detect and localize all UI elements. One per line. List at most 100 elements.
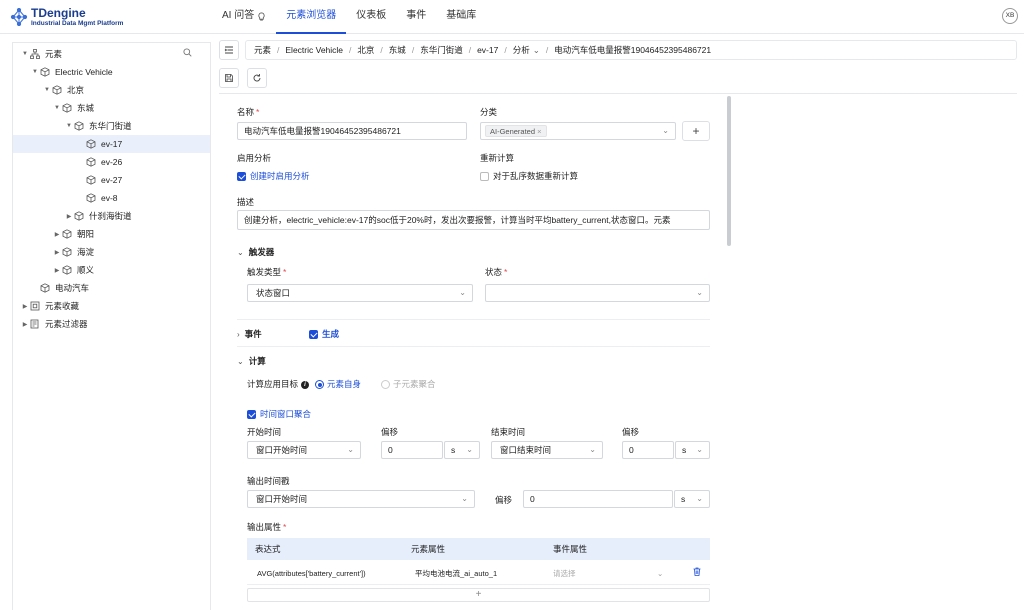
chevron-down-icon: ⌄ [589, 445, 596, 454]
enable-on-create-checkbox[interactable]: 创建时启用分析 [237, 170, 310, 182]
tree-node-ev-27[interactable]: ev-27 [13, 171, 210, 189]
logo[interactable]: TDengine Industrial Data Mgmt Platform [10, 6, 160, 28]
tree-filters[interactable]: ▶ 元素过滤器 [13, 315, 210, 333]
category-select[interactable]: AI-Generated × ⌄ [480, 122, 676, 140]
offset2-input[interactable]: 0 [622, 441, 674, 459]
nav-dashboard[interactable]: 仪表板 [346, 0, 396, 34]
breadcrumb-item[interactable]: 元素 [254, 44, 271, 56]
event-section-toggle[interactable]: › 事件 [237, 328, 262, 340]
chevron-down-icon[interactable]: ⌄ [533, 45, 540, 56]
collapse-tree-button[interactable] [219, 40, 239, 60]
tree-node-ev-17[interactable]: ev-17 [13, 135, 210, 153]
tree-node-label: ev-26 [101, 157, 123, 167]
breadcrumb-item[interactable]: Electric Vehicle [285, 45, 343, 55]
nav-element-browser[interactable]: 元素浏览器 [276, 0, 347, 34]
search-icon[interactable] [183, 48, 192, 59]
output-offset-unit-select[interactable]: s ⌄ [674, 490, 710, 508]
output-offset-input[interactable]: 0 [523, 490, 673, 508]
caret-right-icon[interactable]: ▶ [53, 249, 61, 256]
caret-down-icon[interactable]: ▼ [43, 87, 51, 93]
calc-target-child-radio[interactable]: 子元素聚合 [381, 378, 436, 390]
trigger-section-toggle[interactable]: ⌄ 触发器 [237, 246, 274, 258]
category-label: 分类 [480, 107, 498, 117]
caret-right-icon[interactable]: ▶ [21, 303, 29, 310]
caret-right-icon[interactable]: ▶ [53, 267, 61, 274]
caret-down-icon[interactable]: ▼ [53, 105, 61, 111]
refresh-button[interactable] [247, 68, 267, 88]
trigger-type-select[interactable]: 状态窗口 ⌄ [247, 284, 473, 302]
tree-node-label: ev-17 [101, 139, 123, 149]
recalc-checkbox[interactable]: 对于乱序数据重新计算 [480, 170, 578, 182]
breadcrumb-item-analysis[interactable]: 分析 [513, 44, 530, 56]
user-avatar[interactable]: XB [1002, 8, 1018, 24]
radio-selected-icon[interactable] [315, 380, 324, 390]
scrollbar-thumb[interactable] [727, 96, 731, 246]
offset1-unit-select[interactable]: s ⌄ [444, 441, 480, 459]
event-generate-checkbox[interactable]: 生成 [309, 328, 339, 340]
tree-node-ev-cn[interactable]: 电动汽车 [13, 279, 210, 297]
form-scrollbar[interactable] [727, 94, 731, 610]
tree-node-donghuamen[interactable]: ▼ 东华门街道 [13, 117, 210, 135]
refresh-icon [253, 74, 261, 82]
end-time-select[interactable]: 窗口结束时间 ⌄ [491, 441, 603, 459]
name-input[interactable]: 电动汽车低电量报警190464523954867​21 [237, 122, 467, 140]
start-time-select[interactable]: 窗口开始时间 ⌄ [247, 441, 361, 459]
tree-node-shichahai[interactable]: ▶ 什刹海街道 [13, 207, 210, 225]
nav-events-label: 事件 [406, 10, 427, 21]
caret-right-icon[interactable]: ▶ [21, 321, 29, 328]
tag-close-icon[interactable]: × [537, 127, 541, 136]
caret-down-icon[interactable]: ▼ [65, 123, 73, 129]
add-category-button[interactable]: + [682, 121, 710, 141]
tree-node-dongcheng[interactable]: ▼ 东城 [13, 99, 210, 117]
state-select[interactable]: ⌄ [485, 284, 710, 302]
caret-down-icon[interactable]: ▼ [31, 69, 39, 75]
nav-ai-qa[interactable]: AI 问答 [212, 0, 276, 34]
radio-unselected-icon[interactable] [381, 380, 390, 390]
offset1-input[interactable]: 0 [381, 441, 443, 459]
caret-right-icon[interactable]: ▶ [65, 213, 73, 220]
event-attr-select[interactable]: 请选择 ⌄ [553, 563, 667, 585]
tree-node-label: ev-8 [101, 193, 118, 203]
nav-library[interactable]: 基础库 [436, 0, 486, 34]
checkbox-unchecked-icon[interactable] [480, 172, 489, 182]
cube-icon [85, 193, 97, 203]
delete-row-button[interactable] [693, 563, 701, 585]
calc-section-toggle[interactable]: ⌄ 计算 [237, 355, 266, 367]
breadcrumb-item[interactable]: 东城 [389, 44, 406, 56]
time-window-checkbox[interactable]: 时间窗口聚合 [247, 408, 311, 420]
save-button[interactable] [219, 68, 239, 88]
caret-down-icon[interactable]: ▼ [21, 51, 29, 57]
tree-node-electric-vehicle[interactable]: ▼ Electric Vehicle [13, 63, 210, 81]
checkbox-checked-icon[interactable] [247, 410, 256, 420]
tree-root[interactable]: ▼ 元素 [13, 45, 210, 63]
caret-right-icon[interactable]: ▶ [53, 231, 61, 238]
checkbox-checked-icon[interactable] [309, 330, 318, 340]
element-attr-cell[interactable]: 平均电池电流_ai_auto_1 [415, 563, 497, 585]
logo-subtitle: Industrial Data Mgmt Platform [31, 20, 124, 27]
cube-icon [61, 103, 73, 113]
breadcrumb-item[interactable]: 东华门街道 [420, 44, 463, 56]
output-ts-select[interactable]: 窗口开始时间 ⌄ [247, 490, 475, 508]
tree-node-beijing[interactable]: ▼ 北京 [13, 81, 210, 99]
tree-node-ev-8[interactable]: ev-8 [13, 189, 210, 207]
tree-node-ev-26[interactable]: ev-26 [13, 153, 210, 171]
nav-events[interactable]: 事件 [396, 0, 436, 34]
expression-cell[interactable]: AVG(attributes['battery_current']) [257, 563, 366, 585]
info-icon[interactable]: i [301, 380, 310, 389]
tree-favorites[interactable]: ▶ 元素收藏 [13, 297, 210, 315]
breadcrumb-item[interactable]: ev-17 [477, 45, 498, 55]
breadcrumb-item[interactable]: 北京 [357, 44, 374, 56]
calc-target-self-radio[interactable]: 元素自身 [315, 378, 361, 390]
category-tag: AI-Generated × [485, 125, 547, 137]
add-row-button[interactable]: + [247, 588, 710, 602]
description-textarea[interactable]: 创建分析，electric_vehicle:ev-17的soc低于20%时，发出… [237, 210, 710, 230]
tree-node-chaoyang[interactable]: ▶ 朝阳 [13, 225, 210, 243]
offset2-unit-select[interactable]: s ⌄ [675, 441, 710, 459]
tree-node-shunyi[interactable]: ▶ 顺义 [13, 261, 210, 279]
tree-node-label: 北京 [67, 85, 85, 95]
breadcrumb: 元素 / Electric Vehicle / 北京 / 东城 / 东华门街道 / ev-… [245, 40, 1017, 60]
tree-node-haidian[interactable]: ▶ 海淀 [13, 243, 210, 261]
cube-icon [39, 67, 51, 77]
checkbox-checked-icon[interactable] [237, 172, 246, 182]
chevron-right-icon: › [237, 330, 240, 339]
